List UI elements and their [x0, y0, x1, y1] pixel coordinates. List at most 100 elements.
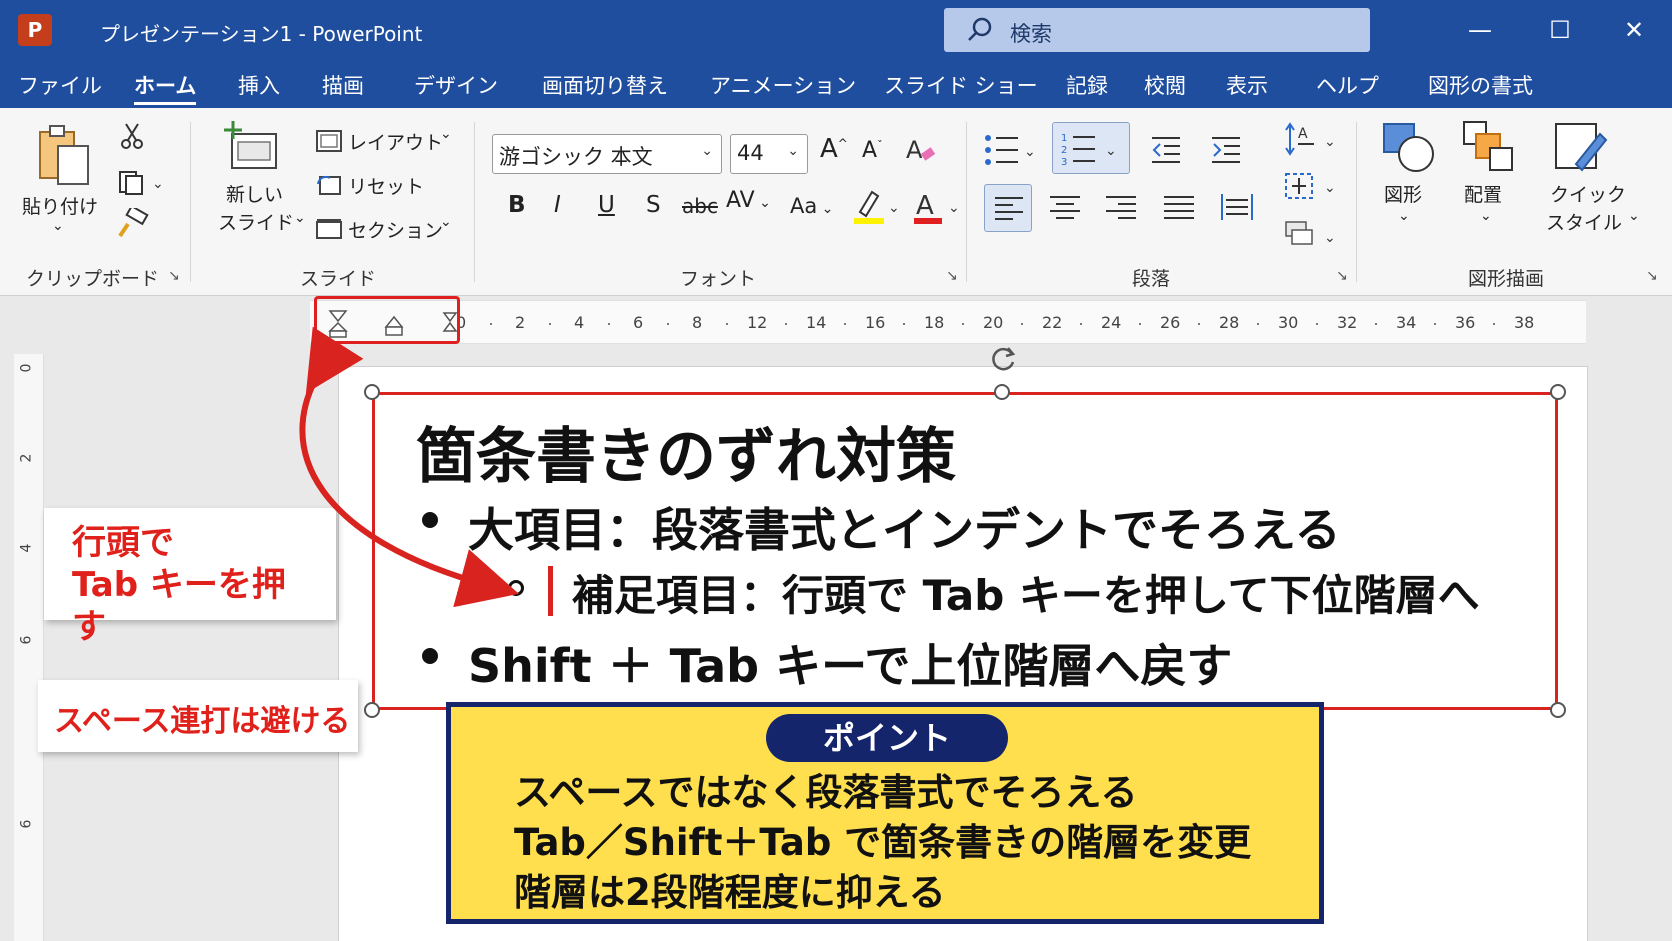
- reset-button[interactable]: リセット: [348, 172, 424, 199]
- italic-button[interactable]: I: [554, 192, 561, 218]
- tab-home[interactable]: ホーム: [134, 70, 197, 105]
- text-shadow-button[interactable]: S: [646, 192, 661, 218]
- align-text-icon[interactable]: ⌄: [1284, 218, 1340, 252]
- resize-handle-bottom-left[interactable]: [364, 702, 380, 718]
- shapes-icon[interactable]: [1382, 122, 1436, 174]
- quick-styles-chevron-icon[interactable]: ⌄: [1628, 208, 1640, 224]
- section-button[interactable]: セクション: [348, 216, 443, 243]
- arrange-icon[interactable]: [1462, 120, 1516, 174]
- strikethrough-button[interactable]: abc: [682, 194, 718, 218]
- drawing-launcher-icon[interactable]: ↘: [1646, 268, 1658, 284]
- bold-button[interactable]: B: [508, 192, 526, 218]
- paste-button[interactable]: 貼り付け: [22, 192, 98, 219]
- tab-insert[interactable]: 挿入: [238, 70, 280, 100]
- align-center-icon[interactable]: [1048, 194, 1082, 222]
- paragraph-launcher-icon[interactable]: ↘: [1336, 268, 1348, 284]
- font-launcher-icon[interactable]: ↘: [946, 268, 958, 284]
- clipboard-launcher-icon[interactable]: ↘: [168, 268, 180, 284]
- font-size-value: 44: [737, 141, 764, 165]
- arrange-chevron-icon[interactable]: ⌄: [1480, 208, 1492, 224]
- svg-text:⌄: ⌄: [1324, 134, 1336, 150]
- svg-text:⌄: ⌄: [948, 200, 960, 216]
- section-chevron-icon[interactable]: ⌄: [440, 214, 452, 230]
- tab-design[interactable]: デザイン: [414, 70, 498, 100]
- change-case-button[interactable]: Aa ⌄: [790, 194, 833, 218]
- tab-animations[interactable]: アニメーション: [710, 70, 856, 100]
- quick-styles-label-1[interactable]: クイック: [1550, 180, 1626, 207]
- search-input[interactable]: 検索: [944, 8, 1370, 52]
- ribbon: 貼り付け ⌄ ⌄ クリップボード ↘ 新しい スライド ⌄ レイアウト ⌄ リセ…: [0, 108, 1672, 296]
- ruler-tick: [607, 323, 610, 325]
- group-divider: [1356, 122, 1357, 282]
- tab-file[interactable]: ファイル: [18, 70, 102, 100]
- format-painter-icon[interactable]: [118, 208, 150, 238]
- shrink-font-button[interactable]: Aˇ: [862, 138, 883, 163]
- highlight-icon[interactable]: ⌄: [852, 186, 900, 226]
- vruler-number: 6: [18, 635, 35, 645]
- font-name-dropdown[interactable]: 游ゴシック 本文 ⌄: [492, 134, 722, 174]
- shapes-chevron-icon[interactable]: ⌄: [1398, 208, 1410, 224]
- point-line-3: 階層は2段階程度に抑える: [514, 871, 946, 914]
- tab-view[interactable]: 表示: [1226, 70, 1268, 100]
- ruler-tick: [1256, 323, 1259, 325]
- new-slide-icon[interactable]: [222, 120, 280, 172]
- justify-icon[interactable]: [1162, 194, 1196, 222]
- vertical-ruler[interactable]: 0 2 4 6 6: [14, 354, 44, 941]
- font-size-dropdown[interactable]: 44 ⌄: [730, 134, 808, 174]
- maximize-button[interactable]: ☐: [1540, 12, 1580, 48]
- align-left-button[interactable]: [984, 184, 1032, 232]
- callout-line-2: Tab キーを押す: [72, 565, 286, 647]
- bullets-icon[interactable]: ⌄: [984, 132, 1040, 168]
- rotate-handle-icon[interactable]: [988, 344, 1018, 374]
- shapes-button[interactable]: 図形: [1384, 180, 1422, 207]
- clear-formatting-icon[interactable]: A: [904, 134, 938, 166]
- paste-icon[interactable]: [36, 124, 92, 188]
- close-button[interactable]: ✕: [1614, 12, 1654, 48]
- columns-icon[interactable]: [1220, 190, 1254, 224]
- tab-transitions[interactable]: 画面切り替え: [542, 70, 668, 100]
- paste-dropdown-chevron-icon[interactable]: ⌄: [52, 218, 64, 234]
- new-slide-chevron-icon[interactable]: ⌄: [294, 210, 306, 226]
- bullet-item-1[interactable]: 大項目：段落書式とインデントでそろえる: [468, 494, 1341, 560]
- resize-handle-bottom-right[interactable]: [1550, 702, 1566, 718]
- tab-shape-format[interactable]: 図形の書式: [1428, 70, 1533, 100]
- quick-styles-label-2[interactable]: スタイル: [1546, 208, 1622, 235]
- layout-chevron-icon[interactable]: ⌄: [440, 126, 452, 142]
- decrease-indent-icon[interactable]: [1150, 134, 1182, 164]
- horizontal-ruler[interactable]: 0 2 4 6 8 12 14 16 18 20 22 24 26 28 30 32 34 36 38: [310, 300, 1586, 344]
- tab-review[interactable]: 校閲: [1144, 70, 1186, 100]
- line-spacing-icon[interactable]: A ⌄: [1284, 122, 1340, 158]
- slide-title[interactable]: 箇条書きのずれ対策: [416, 408, 956, 495]
- sub-bullet-item[interactable]: 補足項目：行頭で Tab キーを押して下位階層へ: [572, 562, 1480, 623]
- text-direction-icon[interactable]: ⌄: [1284, 170, 1340, 204]
- quick-styles-icon[interactable]: [1552, 120, 1608, 176]
- ruler-tick: [666, 323, 669, 325]
- new-slide-label-2[interactable]: スライド: [218, 208, 294, 235]
- bullet-item-2[interactable]: Shift ＋ Tab キーで上位階層へ戻す: [468, 630, 1232, 696]
- arrange-button[interactable]: 配置: [1464, 180, 1502, 207]
- increase-indent-icon[interactable]: [1210, 134, 1246, 164]
- underline-button[interactable]: U: [598, 192, 615, 218]
- ruler-number: 16: [865, 313, 886, 332]
- tab-draw[interactable]: 描画: [322, 70, 364, 100]
- title-bar: P プレゼンテーション1 - PowerPoint 検索 — ☐ ✕: [0, 0, 1672, 62]
- copy-icon[interactable]: ⌄: [118, 170, 166, 196]
- minimize-button[interactable]: —: [1460, 12, 1500, 48]
- point-line-1: スペースではなく段落書式でそろえる: [514, 771, 1138, 814]
- resize-handle-top-left[interactable]: [364, 384, 380, 400]
- cut-icon[interactable]: [120, 122, 144, 150]
- new-slide-label-1[interactable]: 新しい: [226, 180, 283, 207]
- character-spacing-button[interactable]: AV ⌄: [726, 188, 771, 213]
- font-color-icon[interactable]: A ⌄: [912, 186, 960, 226]
- layout-button[interactable]: レイアウト: [348, 128, 443, 155]
- resize-handle-top-right[interactable]: [1550, 384, 1566, 400]
- ruler-number: 36: [1455, 313, 1476, 332]
- tab-slideshow[interactable]: スライド ショー: [884, 70, 1038, 100]
- grow-font-button[interactable]: A^: [820, 134, 848, 164]
- numbering-button[interactable]: 1 2 3 ⌄: [1052, 122, 1130, 174]
- align-right-icon[interactable]: [1104, 194, 1138, 222]
- resize-handle-top-center[interactable]: [994, 384, 1010, 400]
- tab-record[interactable]: 記録: [1066, 70, 1108, 100]
- tab-help[interactable]: ヘルプ: [1316, 70, 1379, 100]
- bullet-icon: [422, 648, 438, 664]
